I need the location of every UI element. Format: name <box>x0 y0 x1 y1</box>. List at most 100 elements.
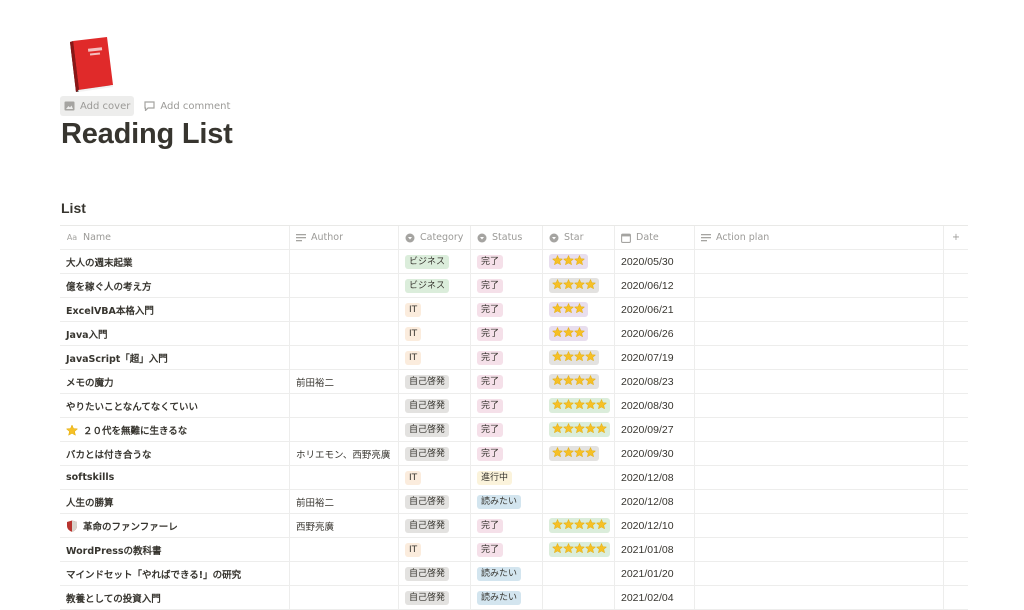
cell-star[interactable] <box>543 442 615 465</box>
cell-star[interactable] <box>543 466 615 489</box>
table-row[interactable]: 大人の週末起業 ビジネス 完了 2020/05/30 <box>60 250 968 274</box>
cell-name[interactable]: WordPressの教科書 <box>60 538 290 561</box>
cell-author[interactable]: ホリエモン、西野亮廣 <box>290 442 399 465</box>
cell-action-plan[interactable] <box>695 394 944 417</box>
cell-category[interactable]: IT <box>399 322 471 345</box>
column-header-status[interactable]: Status <box>471 226 543 249</box>
cell-author[interactable] <box>290 586 399 609</box>
cell-date[interactable]: 2020/09/27 <box>615 418 695 441</box>
cell-action-plan[interactable] <box>695 562 944 585</box>
cell-name[interactable]: ２０代を無難に生きるな <box>60 418 290 441</box>
cell-status[interactable]: 進行中 <box>471 466 543 489</box>
cell-status[interactable]: 読みたい <box>471 490 543 513</box>
cell-star[interactable] <box>543 394 615 417</box>
cell-author[interactable] <box>290 298 399 321</box>
cell-name[interactable]: やりたいことなんてなくていい <box>60 394 290 417</box>
cell-category[interactable]: 自己啓発 <box>399 418 471 441</box>
cell-action-plan[interactable] <box>695 466 944 489</box>
cell-status[interactable]: 完了 <box>471 250 543 273</box>
cell-status[interactable]: 完了 <box>471 322 543 345</box>
cell-category[interactable]: IT <box>399 346 471 369</box>
column-header-date[interactable]: Date <box>615 226 695 249</box>
cell-author[interactable] <box>290 250 399 273</box>
table-row[interactable]: 革命のファンファーレ 西野亮廣 自己啓発 完了 2020/12/10 <box>60 514 968 538</box>
cell-category[interactable]: IT <box>399 466 471 489</box>
cell-author[interactable]: 前田裕二 <box>290 490 399 513</box>
cell-author[interactable] <box>290 322 399 345</box>
cell-author[interactable] <box>290 418 399 441</box>
column-header-name[interactable]: Aa Name <box>60 226 290 249</box>
database-title[interactable]: List <box>61 200 86 216</box>
cell-category[interactable]: 自己啓発 <box>399 442 471 465</box>
cell-category[interactable]: IT <box>399 538 471 561</box>
cell-star[interactable] <box>543 346 615 369</box>
cell-status[interactable]: 読みたい <box>471 562 543 585</box>
column-header-author[interactable]: Author <box>290 226 399 249</box>
cell-name[interactable]: ExcelVBA本格入門 <box>60 298 290 321</box>
cell-category[interactable]: IT <box>399 298 471 321</box>
table-row[interactable]: 教養としての投資入門 自己啓発 読みたい 2021/02/04 <box>60 586 968 610</box>
cell-name[interactable]: Java入門 <box>60 322 290 345</box>
cell-status[interactable]: 完了 <box>471 274 543 297</box>
cell-status[interactable]: 読みたい <box>471 586 543 609</box>
table-row[interactable]: softskills IT 進行中 2020/12/08 <box>60 466 968 490</box>
column-header-category[interactable]: Category <box>399 226 471 249</box>
table-row[interactable]: WordPressの教科書 IT 完了 2021/01/08 <box>60 538 968 562</box>
cell-name[interactable]: 革命のファンファーレ <box>60 514 290 537</box>
cell-category[interactable]: 自己啓発 <box>399 562 471 585</box>
cell-date[interactable]: 2020/08/23 <box>615 370 695 393</box>
add-cover-button[interactable]: Add cover <box>60 96 135 116</box>
cell-date[interactable]: 2020/05/30 <box>615 250 695 273</box>
table-row[interactable]: ２０代を無難に生きるな 自己啓発 完了 2020/09/27 <box>60 418 968 442</box>
cell-category[interactable]: ビジネス <box>399 250 471 273</box>
cell-star[interactable] <box>543 514 615 537</box>
cell-action-plan[interactable] <box>695 538 944 561</box>
cell-author[interactable] <box>290 538 399 561</box>
table-row[interactable]: JavaScript「超」入門 IT 完了 2020/07/19 <box>60 346 968 370</box>
cell-status[interactable]: 完了 <box>471 370 543 393</box>
cell-name[interactable]: 億を稼ぐ人の考え方 <box>60 274 290 297</box>
cell-star[interactable] <box>543 538 615 561</box>
cell-date[interactable]: 2020/09/30 <box>615 442 695 465</box>
table-row[interactable]: バカとは付き合うな ホリエモン、西野亮廣 自己啓発 完了 2020/09/30 <box>60 442 968 466</box>
cell-name[interactable]: メモの魔力 <box>60 370 290 393</box>
cell-name[interactable]: JavaScript「超」入門 <box>60 346 290 369</box>
table-row[interactable]: Java入門 IT 完了 2020/06/26 <box>60 322 968 346</box>
add-property-button[interactable]: + <box>944 226 968 249</box>
cell-star[interactable] <box>543 322 615 345</box>
cell-author[interactable] <box>290 274 399 297</box>
cell-author[interactable] <box>290 562 399 585</box>
cell-date[interactable]: 2020/12/10 <box>615 514 695 537</box>
cell-status[interactable]: 完了 <box>471 538 543 561</box>
cell-status[interactable]: 完了 <box>471 346 543 369</box>
cell-star[interactable] <box>543 298 615 321</box>
cell-action-plan[interactable] <box>695 322 944 345</box>
cell-name[interactable]: マインドセット「やればできる!」の研究 <box>60 562 290 585</box>
cell-status[interactable]: 完了 <box>471 298 543 321</box>
cell-star[interactable] <box>543 250 615 273</box>
cell-name[interactable]: 大人の週末起業 <box>60 250 290 273</box>
table-row[interactable]: マインドセット「やればできる!」の研究 自己啓発 読みたい 2021/01/20 <box>60 562 968 586</box>
cell-date[interactable]: 2021/01/08 <box>615 538 695 561</box>
cell-date[interactable]: 2020/06/12 <box>615 274 695 297</box>
cell-author[interactable] <box>290 394 399 417</box>
cell-status[interactable]: 完了 <box>471 394 543 417</box>
cell-date[interactable]: 2020/12/08 <box>615 466 695 489</box>
add-comment-button[interactable]: Add comment <box>140 96 234 116</box>
cell-date[interactable]: 2021/01/20 <box>615 562 695 585</box>
cell-star[interactable] <box>543 490 615 513</box>
cell-action-plan[interactable] <box>695 298 944 321</box>
cell-category[interactable]: 自己啓発 <box>399 586 471 609</box>
cell-action-plan[interactable] <box>695 490 944 513</box>
cell-category[interactable]: ビジネス <box>399 274 471 297</box>
cell-date[interactable]: 2020/06/26 <box>615 322 695 345</box>
cell-status[interactable]: 完了 <box>471 442 543 465</box>
cell-action-plan[interactable] <box>695 346 944 369</box>
page-title[interactable]: Reading List <box>61 118 233 151</box>
cell-status[interactable]: 完了 <box>471 418 543 441</box>
cell-star[interactable] <box>543 586 615 609</box>
cell-name[interactable]: バカとは付き合うな <box>60 442 290 465</box>
cell-name[interactable]: 教養としての投資入門 <box>60 586 290 609</box>
cell-date[interactable]: 2020/07/19 <box>615 346 695 369</box>
cell-category[interactable]: 自己啓発 <box>399 490 471 513</box>
